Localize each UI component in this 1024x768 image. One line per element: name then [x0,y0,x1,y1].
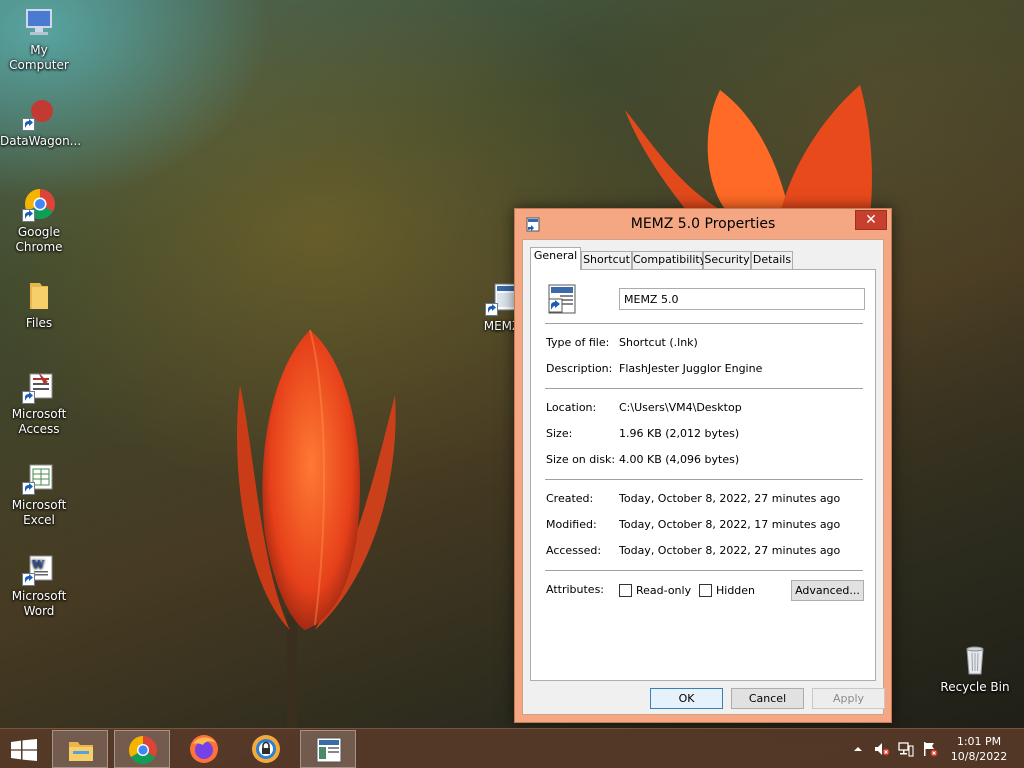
clock-date: 10/8/2022 [950,750,1008,763]
location-label: Location: [546,401,597,414]
tab-general[interactable]: General [530,247,581,270]
desktop-icon-files[interactable]: Files [0,279,78,331]
taskbar-password-manager[interactable] [238,730,294,768]
properties-dialog: MEMZ 5.0 Properties ✕ General Shortcut C… [514,208,892,723]
close-button[interactable]: ✕ [855,210,887,230]
desktop-icon-my-computer[interactable]: My Computer [0,6,78,73]
file-name-field[interactable] [619,288,865,310]
memz-icon [314,735,344,765]
hidden-label[interactable]: Hidden [716,584,755,597]
shortcut-arrow-icon [22,573,35,586]
taskbar-chrome[interactable] [114,730,170,768]
size-label: Size: [546,427,573,440]
divider [545,479,863,480]
ok-button[interactable]: OK [650,688,723,709]
created-label: Created: [546,492,594,505]
access-icon [22,370,56,404]
taskbar: 1:01 PM 10/8/2022 [0,728,1024,768]
desktop-icon-label: Microsoft Access [11,407,67,436]
desktop-icon-label: DataWagon... [0,134,82,148]
dialog-client-area: General Shortcut Compatibility Security … [522,239,885,715]
shortcut-arrow-icon [22,482,35,495]
desktop-icon-microsoft-excel[interactable]: Microsoft Excel [0,461,78,528]
datawagon-shortcut-icon [22,97,56,131]
modified-value: Today, October 8, 2022, 17 minutes ago [619,518,841,531]
firefox-icon [189,734,219,764]
type-label: Type of file: [546,336,610,349]
modified-label: Modified: [546,518,597,531]
accessed-value: Today, October 8, 2022, 27 minutes ago [619,544,841,557]
start-icon [11,739,37,761]
divider [545,570,863,571]
excel-icon [22,461,56,495]
system-clock[interactable]: 1:01 PM 10/8/2022 [948,734,1010,764]
tab-details[interactable]: Details [751,251,793,269]
desktop-icon-label: Google Chrome [15,225,63,254]
desktop-icon-microsoft-access[interactable]: Microsoft Access [0,370,78,437]
location-value: C:\Users\VM4\Desktop [619,401,742,414]
chrome-icon [128,735,158,765]
tab-security[interactable]: Security [703,251,751,269]
shortcut-arrow-icon [22,209,35,222]
clock-time: 1:01 PM [956,735,1002,748]
shortcut-arrow-icon [22,118,35,131]
start-button[interactable] [0,730,50,768]
desktop-icon-label: Microsoft Excel [11,498,67,527]
dialog-title: MEMZ 5.0 Properties [630,216,776,232]
taskbar-memz[interactable] [300,730,356,768]
desktop-icon-datawagon[interactable]: DataWagon... [0,97,82,149]
desktop-icon-recycle-bin[interactable]: Recycle Bin [936,643,1014,695]
desktop-icon-label: Files [25,316,53,330]
read-only-label[interactable]: Read-only [636,584,691,597]
general-tab-panel: Type of file: Shortcut (.lnk) Descriptio… [530,269,876,681]
read-only-checkbox[interactable] [619,584,632,597]
divider [545,323,863,324]
accessed-label: Accessed: [546,544,602,557]
show-hidden-icons-chevron-icon[interactable] [850,741,866,757]
desktop-icon-label: Recycle Bin [940,680,1010,694]
computer-icon [22,6,56,40]
recycle-bin-icon [958,643,992,677]
desktop-icon-google-chrome[interactable]: Google Chrome [0,188,78,255]
cancel-button[interactable]: Cancel [731,688,804,709]
hidden-checkbox[interactable] [699,584,712,597]
attributes-label: Attributes: [546,583,605,596]
shortcut-arrow-icon [22,391,35,404]
folder-icon [22,279,56,313]
description-value: FlashJester Jugglor Engine [619,362,763,375]
tab-compatibility[interactable]: Compatibility [632,251,706,269]
wallpaper-flower-left [237,329,396,730]
divider [545,388,863,389]
file-explorer-icon [66,735,96,765]
action-center-flag-icon[interactable] [922,741,938,757]
advanced-button[interactable]: Advanced... [791,580,864,601]
desktop-icon-microsoft-word[interactable]: W Microsoft Word [0,552,78,619]
volume-muted-icon[interactable] [874,741,890,757]
tab-shortcut[interactable]: Shortcut [581,251,632,269]
taskbar-firefox[interactable] [176,730,232,768]
type-value: Shortcut (.lnk) [619,336,698,349]
size-value: 1.96 KB (2,012 bytes) [619,427,740,440]
size-on-disk-label: Size on disk: [546,453,616,466]
shortcut-file-icon [545,284,577,314]
dialog-titlebar[interactable]: MEMZ 5.0 Properties ✕ [515,209,891,239]
description-label: Description: [546,362,613,375]
taskbar-file-explorer[interactable] [52,730,108,768]
svg-text:W: W [31,558,45,571]
desktop-icon-label: Microsoft Word [11,589,67,618]
shortcut-arrow-icon [485,303,498,316]
wallpaper-flower-right [625,85,872,215]
created-value: Today, October 8, 2022, 27 minutes ago [619,492,841,505]
network-icon[interactable] [898,741,914,757]
apply-button[interactable]: Apply [812,688,885,709]
size-on-disk-value: 4.00 KB (4,096 bytes) [619,453,740,466]
chrome-icon [22,188,56,222]
word-icon: W [22,552,56,586]
password-manager-icon [251,734,281,764]
desktop-icon-label: My Computer [9,43,69,72]
